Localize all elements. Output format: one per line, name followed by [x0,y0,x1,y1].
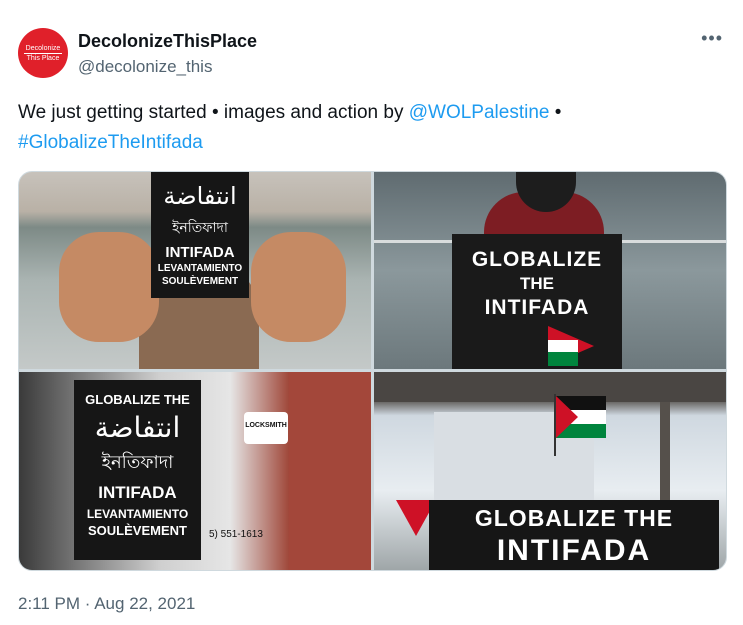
sign-line1: GLOBALIZE [471,248,603,271]
mention-link[interactable]: @WOLPalestine [409,102,550,123]
photo-2[interactable]: GLOBALIZE THE INTIFADA [374,172,726,369]
locksmith-label: LOCKSMITH [245,422,287,429]
sticker-line2: LEVANTAMIENTO [86,507,189,521]
phone-text: 5) 551-1613 [209,529,263,540]
intifada-sticker: GLOBALIZE THE انتفاضة ইনতিফাদা INTIFADA … [74,380,201,560]
sticker-line3: SOULÈVEMENT [88,523,187,538]
bridge-pillar [660,402,670,512]
hand-right [251,232,346,342]
avatar-text-line1: Decolonize [23,44,63,54]
photo-3[interactable]: LOCKSMITH 5) 551-1613 GLOBALIZE THE انتف… [19,372,371,570]
sticker-line1: INTIFADA [165,244,235,261]
photo-1[interactable]: انتفاضة ইনতিফাদা INTIFADA LEVANTAMIENTO … [19,172,371,369]
intifada-sticker: انتفاضة ইনতিফাদা INTIFADA LEVANTAMIENTO … [151,172,249,298]
sticker-line0: GLOBALIZE THE [85,392,190,407]
sign-line2: THE [520,274,554,293]
tweet-text-part: We just getting started • images and act… [18,102,409,123]
sticker-arabic: انتفاضة [163,182,237,210]
tweet-timestamp[interactable]: 2:11 PM · Aug 22, 2021 [18,594,195,614]
sticker-line1: INTIFADA [98,483,177,502]
sticker-arabic: انتفاضة [94,411,181,444]
tweet-text: We just getting started • images and act… [18,98,718,158]
account-handle[interactable]: @decolonize_this [78,57,212,77]
brick-wall [289,372,371,570]
flag-icon [548,326,594,366]
flag-icon [554,394,606,456]
tweet-text-part: • [549,102,562,123]
photo-4[interactable]: GLOBALIZE THE INTIFADA [374,372,726,570]
sticker-bengali: ইনতিফাদা [172,220,228,236]
more-options-icon[interactable]: ••• [701,28,723,49]
sticker-line3: SOULÈVEMENT [161,276,239,287]
globalize-banner: GLOBALIZE THE INTIFADA [429,500,719,570]
sticker-bengali: ইনতিফাদা [101,452,174,473]
hand-left [59,232,159,342]
hashtag-link[interactable]: #GlobalizeTheIntifada [18,132,203,153]
media-grid: انتفاضة ইনতিফাদা INTIFADA LEVANTAMIENTO … [18,171,727,571]
sign-line3: INTIFADA [484,296,590,319]
bridge-beam [374,372,726,402]
globalize-sign: GLOBALIZE THE INTIFADA [452,234,622,369]
banner-line2: INTIFADA [496,534,652,567]
avatar[interactable]: Decolonize This Place [18,28,68,78]
sticker-line2: LEVANTAMIENTO [157,263,243,274]
locksmith-sticker: LOCKSMITH [244,412,288,444]
display-name[interactable]: DecolonizeThisPlace [78,31,257,52]
banner-line1: GLOBALIZE THE [474,505,674,531]
avatar-text-line2: This Place [26,54,60,62]
